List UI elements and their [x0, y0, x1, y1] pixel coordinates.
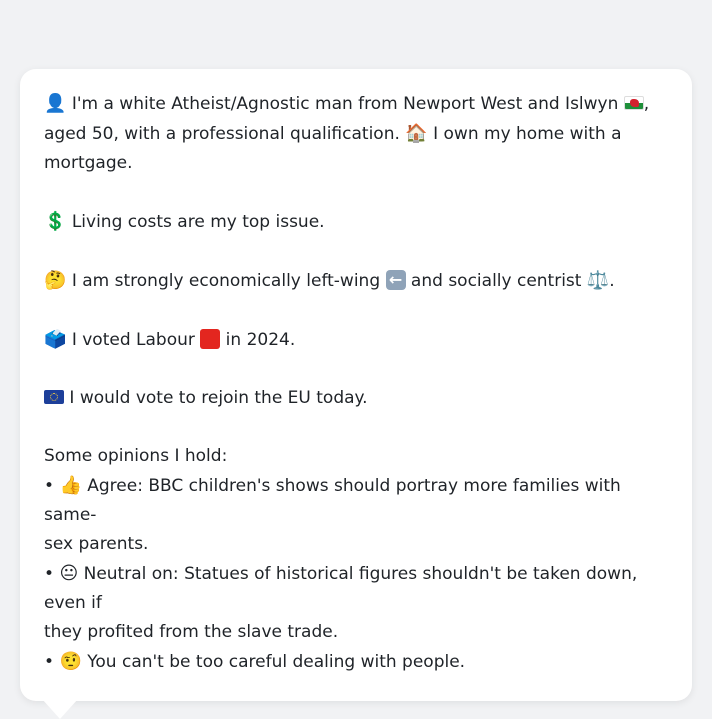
opinions-section: Some opinions I hold: • 👍 Agree: BBC chi…: [44, 442, 668, 677]
chat-bubble: 👤 I'm a white Atheist/Agnostic man from …: [20, 69, 692, 719]
ideology-text-a: I am strongly economically left-wing: [66, 271, 386, 291]
intro-paragraph: 👤 I'm a white Atheist/Agnostic man from …: [44, 89, 668, 178]
opinion-item: • 🤨 You can't be too careful dealing wit…: [44, 647, 668, 677]
intro-text-c: aged 50, with a professional qualificati…: [44, 124, 406, 144]
left-arrow-icon: [385, 265, 406, 294]
opinion-item: • 😐 Neutral on: Statues of historical fi…: [44, 559, 668, 618]
opinion-item: • 👍 Agree: BBC children's shows should p…: [44, 471, 668, 530]
ballot-box-icon: 🗳️: [44, 329, 67, 350]
intro-text-e: mortgage.: [44, 153, 133, 173]
wales-flag-icon: [623, 96, 644, 110]
person-icon: 👤: [44, 93, 67, 114]
eu-flag-icon: [44, 390, 64, 404]
intro-line-2: aged 50, with a professional qualificati…: [44, 119, 668, 149]
opinion-item-cont: they profited from the slave trade.: [44, 622, 339, 642]
intro-text-d: I own my home with a: [427, 124, 622, 144]
raised-eyebrow-face-icon: 🤨: [59, 651, 82, 672]
bullet: •: [44, 476, 55, 496]
opinion-text: Neutral on: Statues of historical figure…: [44, 564, 638, 613]
house-icon: 🏠: [405, 123, 428, 144]
intro-text-b: ,: [643, 94, 650, 114]
vote-paragraph: 🗳️ I voted Labour in 2024.: [44, 325, 668, 355]
vote-text-b: in 2024.: [220, 330, 296, 350]
ideology-text-c: .: [609, 271, 615, 291]
dollar-icon: 💲: [44, 211, 67, 232]
red-square-icon: [200, 329, 221, 349]
eu-text: I would vote to rejoin the EU today.: [64, 388, 368, 408]
chat-bubble-wrapper: 👤 I'm a white Atheist/Agnostic man from …: [20, 69, 692, 719]
intro-line-3: mortgage.: [44, 149, 668, 178]
opinion-item-cont: sex parents.: [44, 534, 149, 554]
opinion-text: Agree: BBC children's shows should portr…: [44, 476, 621, 525]
bullet: •: [44, 652, 55, 672]
issue-text: Living costs are my top issue.: [66, 212, 325, 232]
bubble-tail: [42, 699, 78, 719]
ideology-text-b: and socially centrist: [405, 271, 587, 291]
bullet: •: [44, 564, 55, 584]
balance-scale-icon: ⚖️: [586, 270, 610, 291]
intro-line-1: 👤 I'm a white Atheist/Agnostic man from …: [44, 89, 668, 119]
opinions-heading: Some opinions I hold:: [44, 446, 228, 466]
issue-paragraph: 💲 Living costs are my top issue.: [44, 207, 668, 237]
thumbs-up-icon: 👍: [59, 475, 82, 496]
thinking-face-icon: 🤔: [44, 270, 67, 291]
neutral-face-icon: 😐: [59, 563, 79, 584]
opinion-text: You can't be too careful dealing with pe…: [81, 652, 466, 672]
eu-paragraph: I would vote to rejoin the EU today.: [44, 384, 668, 413]
ideology-paragraph: 🤔 I am strongly economically left-wing a…: [44, 265, 668, 296]
vote-text-a: I voted Labour: [66, 330, 201, 350]
intro-text-a: I'm a white Atheist/Agnostic man from Ne…: [66, 94, 624, 114]
